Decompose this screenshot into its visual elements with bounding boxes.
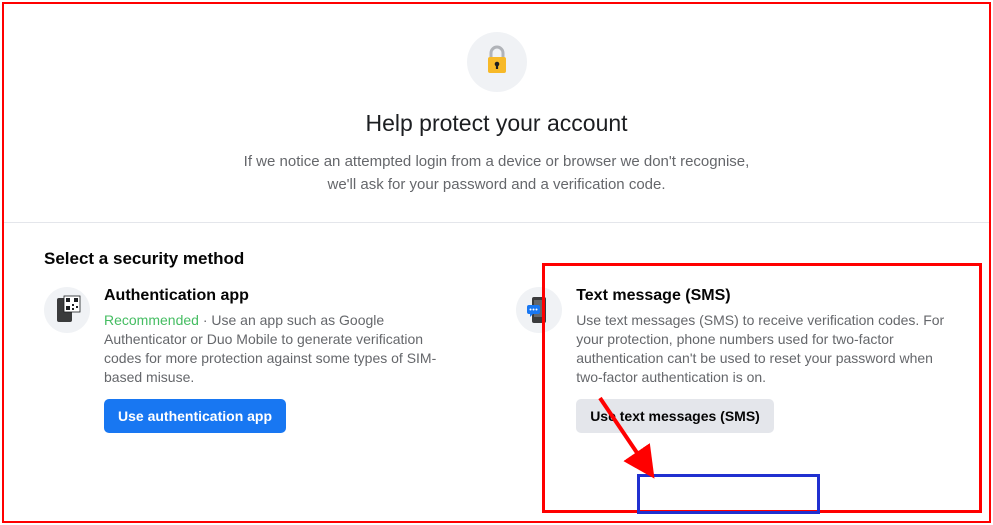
- page-description: If we notice an attempted login from a d…: [237, 151, 757, 196]
- methods-section: Select a security method: [4, 223, 989, 453]
- header-section: Help protect your account If we notice a…: [4, 4, 989, 223]
- auth-app-description: Recommended · Use an app such as Google …: [104, 311, 456, 387]
- methods-row: Authentication app Recommended · Use an …: [44, 287, 949, 433]
- use-auth-app-button[interactable]: Use authentication app: [104, 399, 286, 433]
- use-sms-button[interactable]: Use text messages (SMS): [576, 399, 774, 433]
- sms-icon-circle: [516, 287, 562, 333]
- page-title: Help protect your account: [24, 110, 969, 137]
- sms-description: Use text messages (SMS) to receive verif…: [576, 311, 949, 387]
- recommended-label: Recommended: [104, 312, 199, 328]
- sms-body: Text message (SMS) Use text messages (SM…: [576, 287, 949, 433]
- page-frame: Help protect your account If we notice a…: [2, 2, 991, 523]
- auth-app-icon-circle: [44, 287, 90, 333]
- phone-sms-icon: [525, 295, 553, 325]
- auth-app-body: Authentication app Recommended · Use an …: [104, 287, 456, 433]
- methods-heading: Select a security method: [44, 249, 949, 269]
- qr-phone-icon: [52, 295, 82, 325]
- lock-icon-circle: [467, 32, 527, 92]
- auth-app-title: Authentication app: [104, 287, 456, 305]
- sms-title: Text message (SMS): [576, 287, 949, 305]
- method-card-auth-app: Authentication app Recommended · Use an …: [44, 287, 456, 433]
- lock-icon: [482, 45, 512, 79]
- method-card-sms: Text message (SMS) Use text messages (SM…: [516, 287, 949, 433]
